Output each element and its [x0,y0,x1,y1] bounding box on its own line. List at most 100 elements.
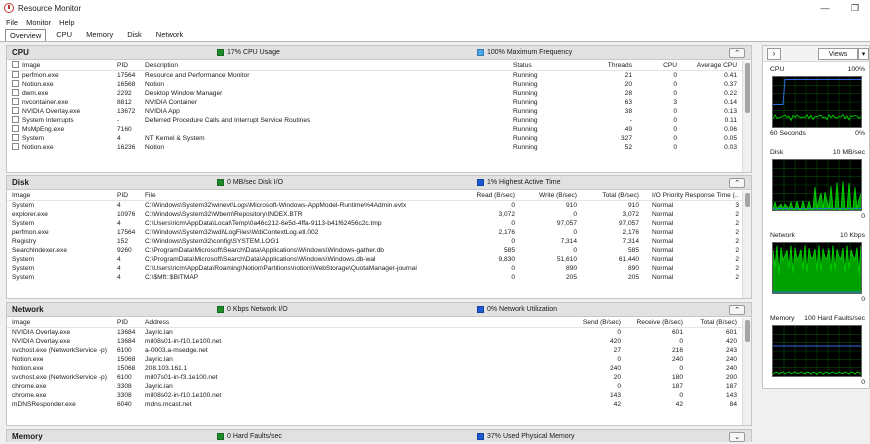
tab-network[interactable]: Network [152,29,188,41]
column-header[interactable]: Response Time (... [685,190,739,201]
tab-memory[interactable]: Memory [82,29,117,41]
scrollbar-thumb[interactable] [745,63,750,113]
table-row[interactable]: NVIDIA Overlay.exe 13672 NVIDIA App Running… [7,107,751,116]
menu-monitor[interactable]: Monitor [26,18,51,27]
memory-section-header[interactable]: Memory 0 Hard Faults/sec 37% Used Physic… [7,430,751,442]
column-header[interactable]: Read (B/sec) [459,190,515,201]
cell-text: 3 [673,99,677,106]
table-row[interactable]: Registry 152 C:\Windows\System32\config\SY… [7,237,751,246]
table-row[interactable]: System 4 C:\Windows\System32\winevt\Logs\M… [7,201,751,210]
column-header[interactable]: Total (B/sec) [579,190,639,201]
cell-text: 38 [624,108,632,115]
select-all-checkbox[interactable] [12,60,19,68]
column-header[interactable]: PID [117,190,145,201]
row-checkbox[interactable] [12,89,19,96]
table-row[interactable]: Notion.exe 15068 Jayric.lan 0 240 240 [7,355,751,364]
column-header[interactable]: PID [117,317,145,328]
column-header[interactable]: Receive (B/sec) [627,317,683,328]
column-header[interactable]: Write (B/sec) [517,190,577,201]
cell-text: 84 [729,401,737,408]
row-checkbox[interactable] [12,107,19,114]
cell-text: 4 [117,220,121,227]
column-header[interactable]: PID [117,60,147,71]
menu-file[interactable]: File [6,18,18,27]
vertical-scrollbar[interactable] [742,318,751,425]
cell-text: C:\Windows\System32\wdi\LogFiles\WdiCont… [145,229,319,236]
table-cell: 910 [579,201,639,210]
column-header[interactable]: Send (B/sec) [565,317,621,328]
disk-section-header[interactable]: Disk 0 MB/sec Disk I/O 1% Highest Active… [7,176,751,190]
vertical-scrollbar[interactable] [742,191,751,298]
table-row[interactable]: System 4 C:\$Mft::$BITMAP 0 205 205 Normal 2 [7,273,751,282]
row-checkbox[interactable] [12,116,19,123]
chevron-down-icon[interactable]: ▾ [858,48,869,60]
menu-help[interactable]: Help [59,18,74,27]
column-header[interactable]: Image [12,317,122,328]
table-row[interactable]: nvcontainer.exe 8812 NVIDIA Container Runni… [7,98,751,107]
table-row[interactable]: NVIDIA Overlay.exe 13684 Jayric.lan 0 601 601 [7,328,751,337]
cpu-section-header[interactable]: CPU 17% CPU Usage 100% Maximum Frequency… [7,46,751,60]
table-row[interactable]: chrome.exe 3308 mil08s02-in-f10.1e100.net 1… [7,391,751,400]
chevron-up-icon[interactable]: ⌃ [729,305,745,315]
column-header[interactable]: File [145,190,475,201]
table-row[interactable]: System 4 NT Kernel & System Running 327 0 0.05 [7,134,751,143]
table-row[interactable]: explorer.exe 10976 C:\Windows\System32\Wbe… [7,210,751,219]
column-header[interactable]: Address [145,317,395,328]
restore-button[interactable]: ❐ [840,0,870,16]
table-row[interactable]: svchost.exe (NetworkService -p) 6100 mil07… [7,373,751,382]
cell-text: 208.103.161.1 [145,365,188,372]
table-row[interactable]: svchost.exe (NetworkService -p) 6100 a-000… [7,346,751,355]
table-row[interactable]: dwm.exe 2292 Desktop Window Manager Running… [7,89,751,98]
vertical-scrollbar[interactable] [742,61,751,172]
column-header[interactable]: Average CPU [685,60,737,71]
scrollbar-thumb[interactable] [745,193,750,207]
minimize-button[interactable]: — [810,0,840,16]
row-checkbox[interactable] [12,143,19,150]
row-checkbox[interactable] [12,98,19,105]
cell-text: Running [513,99,538,106]
chevron-down-icon[interactable]: ⌄ [729,432,745,442]
table-row[interactable]: perfmon.exe 17564 C:\Windows\System32\wdi\… [7,228,751,237]
chevron-right-icon[interactable]: › [767,47,781,60]
table-row[interactable]: mDNSResponder.exe 6040 mdns.mcast.net 42 42 8… [7,400,751,409]
cell-text: 0.41 [724,72,737,79]
table-row[interactable]: NVIDIA Overlay.exe 13684 mil08s01-in-f10.1… [7,337,751,346]
column-header[interactable]: CPU [635,60,677,71]
table-row[interactable]: perfmon.exe 17564 Resource and Performance… [7,71,751,80]
table-row[interactable]: Notion.exe 16236 Notion Running 52 0 0.03 [7,143,751,152]
row-checkbox[interactable] [12,125,19,132]
views-button[interactable]: Views [818,48,858,60]
tab-cpu[interactable]: CPU [52,29,76,41]
table-cell: 3308 [117,382,145,391]
table-row[interactable]: System Interrupts - Deferred Procedure Cal… [7,116,751,125]
column-header[interactable]: Image [12,190,112,201]
table-row[interactable]: System 4 C:\ProgramData\Microsoft\Search\D… [7,255,751,264]
cell-text: 2292 [117,90,132,97]
row-checkbox[interactable] [12,71,19,78]
row-checkbox[interactable] [12,134,19,141]
network-util-stat: 0% Network Utilization [477,306,557,313]
network-section-header[interactable]: Network 0 Kbps Network I/O 0% Network Ut… [7,303,751,317]
cell-text: C:\Windows\System32\Wbem\Repository\INDE… [145,211,303,218]
table-cell: 0 [635,107,677,116]
column-header[interactable]: Threads [567,60,632,71]
cell-text: 205 [627,274,639,281]
table-row[interactable]: System 4 C:\Users\ricm\AppData\Roaming\Not… [7,264,751,273]
column-header[interactable]: Total (B/sec) [681,317,737,328]
table-row[interactable]: SearchIndexer.exe 9260 C:\ProgramData\Micr… [7,246,751,255]
chevron-up-icon[interactable]: ⌃ [729,178,745,188]
table-cell: C:\Windows\System32\config\SYSTEM.LOG1 [145,237,475,246]
table-row[interactable]: System 4 C:\Users\ricm\AppData\Local\Temp\… [7,219,751,228]
scrollbar-thumb[interactable] [745,320,750,342]
table-row[interactable]: MsMpEng.exe 7160 Running 49 0 0.06 [7,125,751,134]
column-header[interactable]: Image [12,60,117,71]
table-cell: 0.03 [685,143,737,152]
table-row[interactable]: chrome.exe 3308 Jayric.lan 0 187 187 [7,382,751,391]
chevron-up-icon[interactable]: ⌃ [729,48,745,58]
table-row[interactable]: Notion.exe 15068 208.103.161.1 240 0 240 [7,364,751,373]
column-header[interactable]: Description [145,60,445,71]
tab-overview[interactable]: Overview [5,29,47,41]
table-row[interactable]: Notion.exe 16568 Notion Running 20 0 0.37 [7,80,751,89]
row-checkbox[interactable] [12,80,19,87]
tab-disk[interactable]: Disk [123,29,146,41]
